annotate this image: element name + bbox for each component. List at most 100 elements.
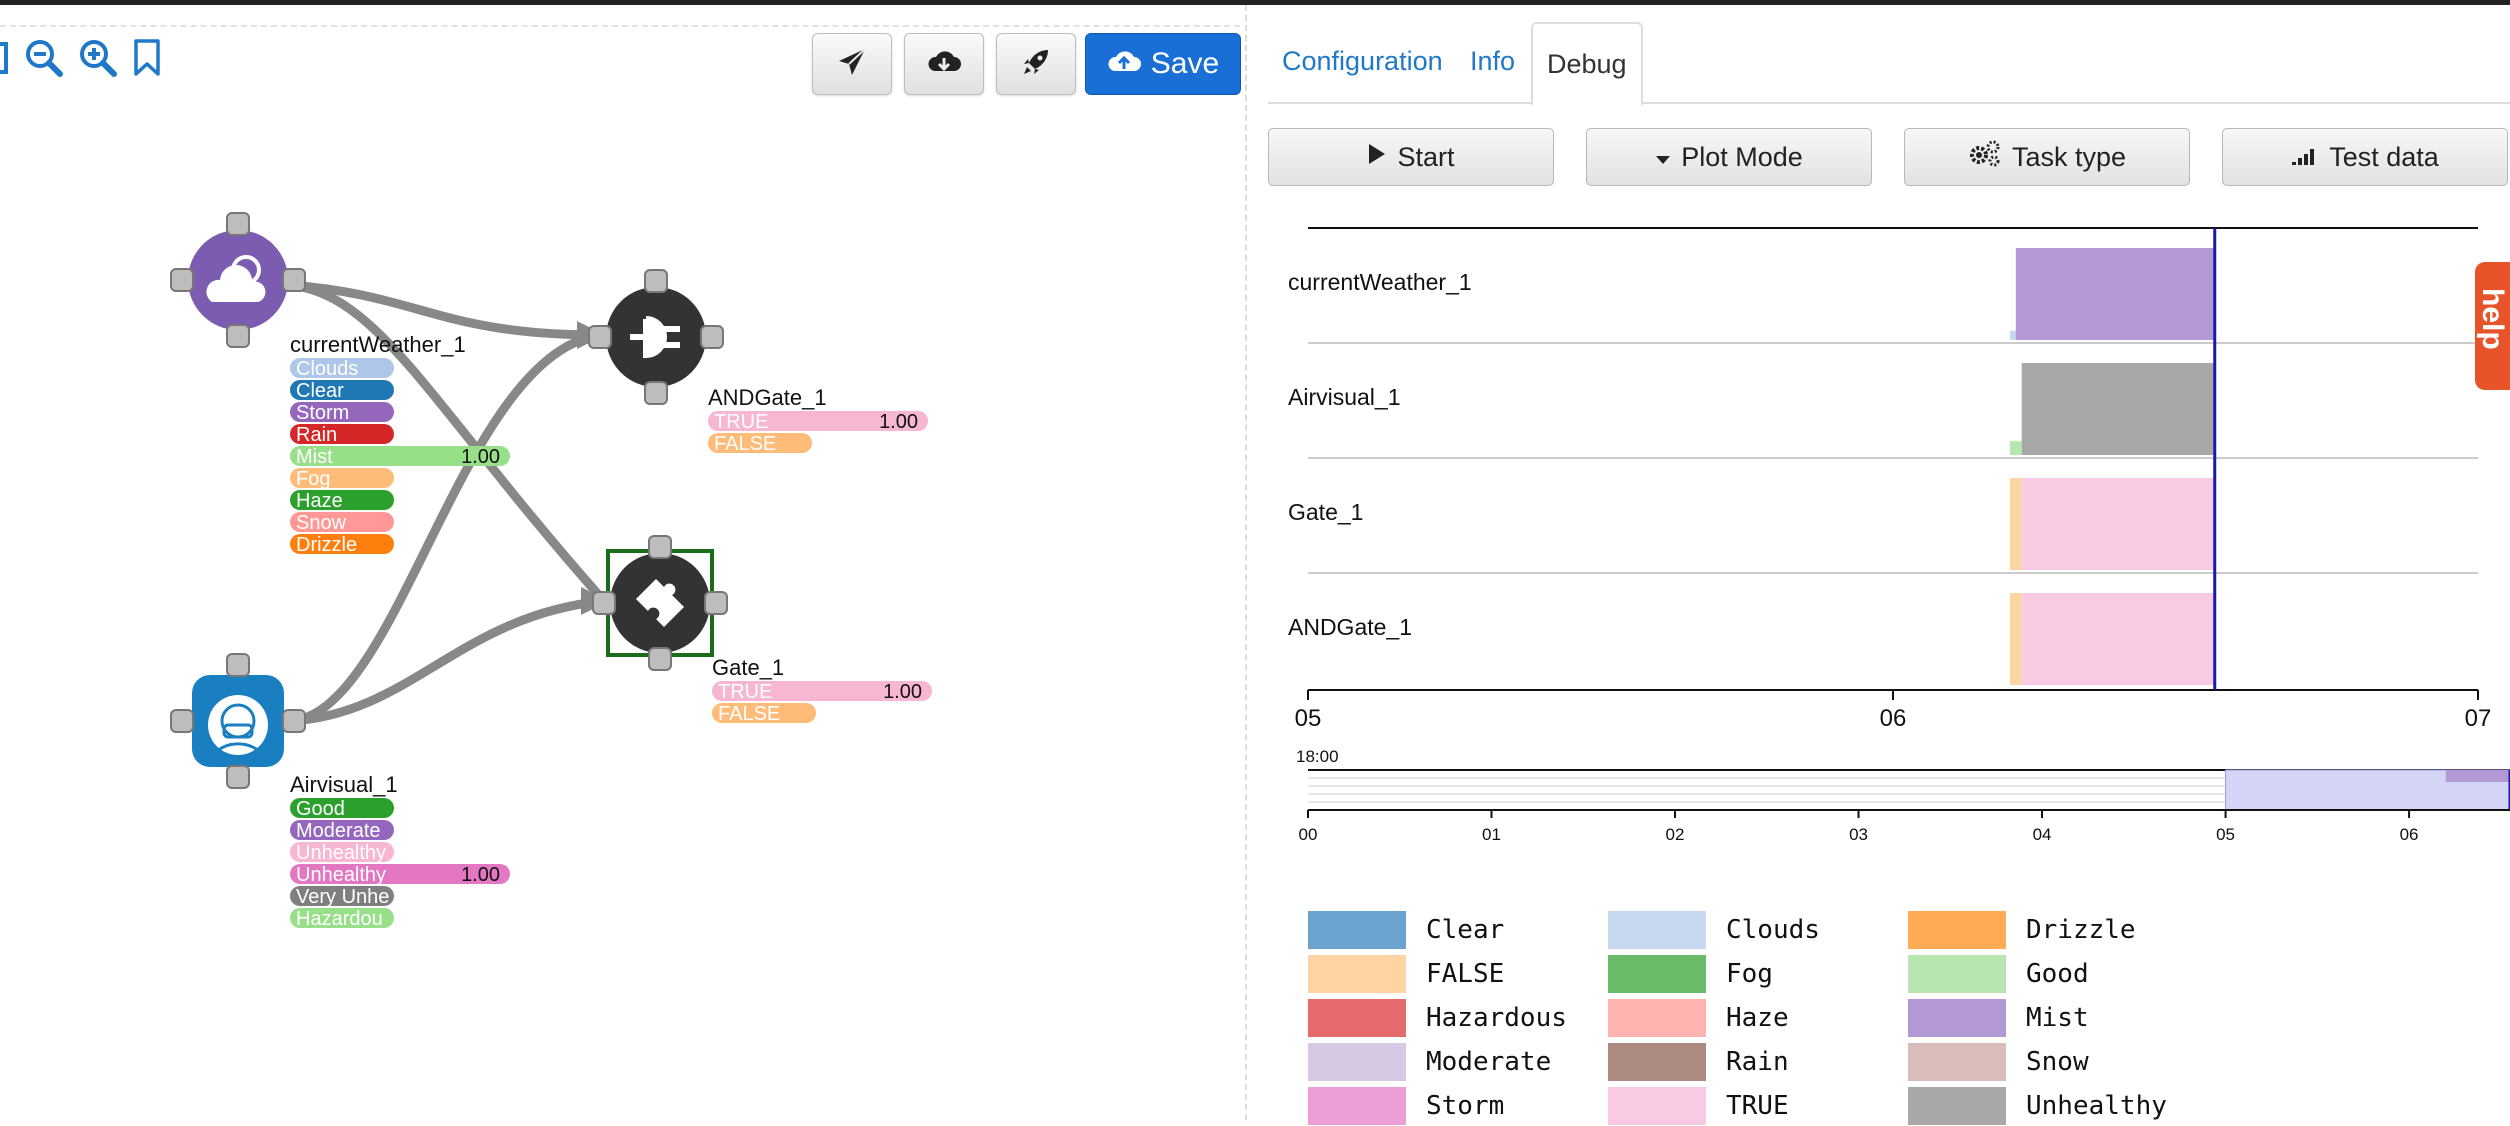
graph-canvas[interactable]: Save currentWeather_1 Clouds Clear Storm Rai…: [0, 5, 1247, 1120]
node-handle[interactable]: [282, 268, 306, 292]
output-pill[interactable]: Clear: [290, 380, 394, 402]
node-handle[interactable]: [700, 325, 724, 349]
output-label: Drizzle: [296, 534, 357, 556]
node-gate_1[interactable]: Gate_1TRUE 1.00 FALSE: [592, 535, 932, 725]
output-pill[interactable]: Very Unhe: [290, 886, 394, 908]
output-pill[interactable]: Rain: [290, 424, 394, 446]
tab-info[interactable]: Info: [1470, 22, 1515, 100]
legend-label: TRUE: [1726, 1091, 1789, 1121]
output-label: TRUE: [714, 411, 768, 433]
node-handle[interactable]: [170, 709, 194, 733]
task-type-label: Task type: [2011, 141, 2127, 172]
legend-item: Haze: [1608, 998, 1789, 1038]
timeline-bar[interactable]: [2010, 441, 2022, 455]
output-label: TRUE: [718, 681, 772, 703]
legend-label: Moderate: [1426, 1047, 1552, 1077]
debug-timeline-chart[interactable]: currentWeather_1 Airvisual_1 Gate_1 ANDGate…: [1268, 200, 2510, 850]
output-pill[interactable]: Unhealthy: [290, 842, 394, 864]
output-label: Snow: [296, 512, 347, 534]
node-handle[interactable]: [644, 381, 668, 405]
x-tick-label: 05: [1295, 705, 1322, 732]
node-handle[interactable]: [226, 765, 250, 789]
output-label: Rain: [296, 424, 337, 446]
node-label: ANDGate_1: [708, 385, 827, 410]
legend-swatch: [1308, 999, 1406, 1037]
start-button[interactable]: Start: [1268, 128, 1554, 186]
tab-configuration[interactable]: Configuration: [1282, 22, 1443, 100]
output-pill[interactable]: FALSE: [712, 703, 816, 725]
output-pill[interactable]: Clouds: [290, 358, 394, 380]
output-pill[interactable]: Fog: [290, 468, 394, 490]
timeline-bar[interactable]: [2021, 363, 2215, 455]
output-pill[interactable]: Hazardou: [290, 908, 394, 930]
output-pill[interactable]: Snow: [290, 512, 394, 534]
panel-tabs: Configuration Info Debug: [1268, 22, 2510, 106]
timeline-bar[interactable]: [2021, 478, 2215, 570]
node-handle[interactable]: [648, 535, 672, 559]
output-pill[interactable]: Storm: [290, 402, 394, 424]
legend-item: FALSE: [1308, 954, 1504, 994]
output-pill[interactable]: Moderate: [290, 820, 394, 842]
legend-swatch: [1908, 955, 2006, 993]
legend-item: Unhealthy: [1908, 1086, 2167, 1126]
graph-editor[interactable]: currentWeather_1CloudsClearStormRainMist…: [0, 5, 1245, 1120]
legend-label: Fog: [1726, 959, 1773, 989]
output-pill[interactable]: Good: [290, 798, 394, 820]
node-handle[interactable]: [644, 269, 668, 293]
output-label: Good: [296, 798, 345, 820]
timeline-bar[interactable]: [2010, 593, 2022, 685]
node-handle[interactable]: [226, 324, 250, 348]
output-pill[interactable]: TRUE 1.00: [708, 411, 928, 433]
x-tick-label: 07: [2465, 705, 2492, 732]
node-andgate_1[interactable]: ANDGate_1TRUE 1.00 FALSE: [588, 269, 928, 455]
overview-tick-label: 06: [2400, 825, 2419, 844]
help-tab[interactable]: help: [2475, 262, 2510, 390]
node-handle[interactable]: [588, 325, 612, 349]
legend-item: Mist: [1908, 998, 2089, 1038]
timeline-bar[interactable]: [2010, 478, 2022, 570]
node-handle[interactable]: [704, 591, 728, 615]
graph-edge[interactable]: [289, 596, 605, 726]
plot-mode-button[interactable]: Plot Mode: [1586, 128, 1872, 186]
output-pill[interactable]: Drizzle: [290, 534, 394, 556]
node-handle[interactable]: [226, 653, 250, 677]
node-currentweather_1[interactable]: currentWeather_1CloudsClearStormRainMist…: [170, 212, 510, 556]
output-pill[interactable]: FALSE: [708, 433, 812, 455]
output-pill[interactable]: Mist 1.00: [290, 446, 510, 468]
legend-swatch: [1608, 1043, 1706, 1081]
legend-swatch: [1308, 955, 1406, 993]
signal-icon: [2291, 142, 2319, 173]
output-label: Very Unhe: [296, 886, 389, 908]
start-label: Start: [1397, 141, 1455, 172]
legend-item: Hazardous: [1308, 998, 1567, 1038]
output-pill[interactable]: Unhealthy 1.00: [290, 864, 510, 886]
mask-face-icon: [208, 695, 268, 756]
output-label: FALSE: [714, 433, 776, 455]
timeline-bar[interactable]: [2015, 248, 2215, 340]
node-handle[interactable]: [170, 268, 194, 292]
node-handle[interactable]: [226, 212, 250, 236]
legend-item: TRUE: [1608, 1086, 1789, 1126]
output-label: Mist: [296, 446, 333, 468]
row-label: currentWeather_1: [1288, 269, 1472, 295]
row-label: Airvisual_1: [1288, 384, 1401, 410]
node-label: Airvisual_1: [290, 772, 398, 797]
graph-edge[interactable]: [289, 280, 601, 340]
node-handle[interactable]: [282, 709, 306, 733]
legend-swatch: [1608, 911, 1706, 949]
task-type-button[interactable]: Task type: [1904, 128, 2190, 186]
output-label: Unhealthy: [296, 864, 386, 886]
node-handle[interactable]: [648, 647, 672, 671]
legend-swatch: [1608, 1087, 1706, 1125]
help-label: help: [2476, 288, 2509, 350]
legend-swatch: [1908, 999, 2006, 1037]
play-icon: [1367, 142, 1387, 173]
node-handle[interactable]: [592, 591, 616, 615]
tab-debug[interactable]: Debug: [1531, 22, 1643, 106]
legend-swatch: [1608, 999, 1706, 1037]
output-pill[interactable]: Haze: [290, 490, 394, 512]
caret-down-icon: [1655, 142, 1671, 173]
test-data-button[interactable]: Test data: [2222, 128, 2508, 186]
timeline-bar[interactable]: [2021, 593, 2215, 685]
output-pill[interactable]: TRUE 1.00: [712, 681, 932, 703]
